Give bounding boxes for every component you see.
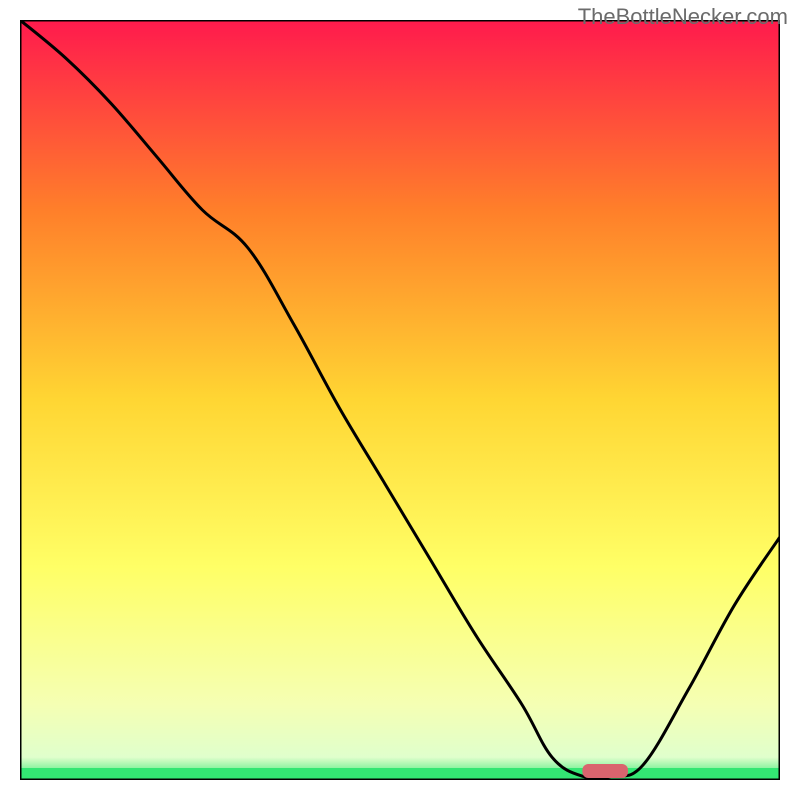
- chart-svg: [20, 20, 780, 780]
- gradient-background: [20, 20, 780, 780]
- optimum-marker: [582, 764, 628, 778]
- chart-container: TheBottleNecker.com: [0, 0, 800, 800]
- green-baseline-band: [20, 768, 780, 780]
- plot-area: [20, 20, 780, 780]
- watermark-text: TheBottleNecker.com: [578, 4, 788, 30]
